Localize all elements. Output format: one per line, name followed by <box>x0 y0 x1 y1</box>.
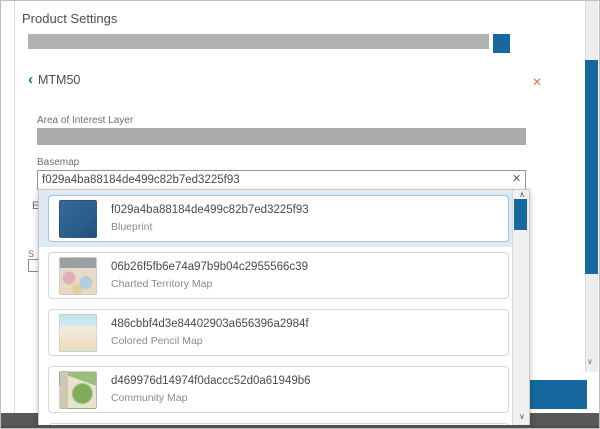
basemap-name: Blueprint <box>111 220 309 235</box>
chevron-left-icon: ‹ <box>28 73 33 87</box>
basemap-option-list: f029a4ba88184de499c82b7ed3225f93 Bluepri… <box>39 190 512 429</box>
blueprint-thumbnail <box>59 200 97 238</box>
header-action-button[interactable] <box>493 34 510 53</box>
redacted-header-bar <box>28 34 489 49</box>
panel-divider <box>14 1 15 413</box>
basemap-id: d469976d14974f0daccc52d0a61949b6 <box>111 374 311 389</box>
scroll-down-icon[interactable]: ∨ <box>519 412 525 421</box>
back-nav-mtm50[interactable]: ‹ MTM50 <box>28 72 80 88</box>
aoi-layer-label: Area of Interest Layer <box>37 115 133 126</box>
basemap-option-card[interactable]: 06b26f5fb6e74a97b9b04c2955566c39 Charted… <box>48 252 509 299</box>
community-thumbnail <box>59 371 97 409</box>
product-settings-dialog: Product Settings ‹ MTM50 ✕ Area of Inter… <box>0 0 600 429</box>
page-background-strip <box>1 425 600 429</box>
basemap-option-card[interactable]: 486cbbf4d3e84402903a656396a2984f Colored… <box>48 309 509 356</box>
basemap-option-text: 06b26f5fb6e74a97b9b04c2955566c39 Charted… <box>111 260 308 292</box>
aoi-layer-input-redacted[interactable] <box>37 128 526 145</box>
primary-action-button[interactable] <box>526 380 587 409</box>
basemap-option-card[interactable]: d469976d14974f0daccc52d0a61949b6 Communi… <box>48 366 509 413</box>
basemap-id: 486cbbf4d3e84402903a656396a2984f <box>111 317 309 332</box>
basemap-name: Community Map <box>111 391 311 406</box>
basemap-option-text: d469976d14974f0daccc52d0a61949b6 Communi… <box>111 374 311 406</box>
basemap-dropdown: f029a4ba88184de499c82b7ed3225f93 Bluepri… <box>38 189 530 429</box>
scroll-down-icon[interactable]: ∨ <box>587 357 593 366</box>
basemap-option-text: f029a4ba88184de499c82b7ed3225f93 Bluepri… <box>111 203 309 235</box>
basemap-option[interactable]: 06b26f5fb6e74a97b9b04c2955566c39 Charted… <box>39 247 512 304</box>
close-icon[interactable]: ✕ <box>532 76 542 88</box>
dialog-scrollbar-thumb[interactable] <box>585 60 598 274</box>
charted-territory-thumbnail <box>59 257 97 295</box>
back-nav-label: MTM50 <box>38 73 80 87</box>
page-title: Product Settings <box>22 11 117 26</box>
basemap-name: Charted Territory Map <box>111 277 308 292</box>
basemap-id: 06b26f5fb6e74a97b9b04c2955566c39 <box>111 260 308 275</box>
basemap-input[interactable] <box>37 170 526 190</box>
basemap-id: f029a4ba88184de499c82b7ed3225f93 <box>111 203 309 218</box>
basemap-option-card[interactable]: f029a4ba88184de499c82b7ed3225f93 Bluepri… <box>48 195 509 242</box>
obscured-field-label: S <box>28 249 34 259</box>
basemap-option-text: 486cbbf4d3e84402903a656396a2984f Colored… <box>111 317 309 349</box>
basemap-label: Basemap <box>37 157 79 168</box>
colored-pencil-thumbnail <box>59 314 97 352</box>
clear-input-icon[interactable]: ✕ <box>512 173 521 185</box>
basemap-option[interactable]: 486cbbf4d3e84402903a656396a2984f Colored… <box>39 304 512 361</box>
basemap-option[interactable]: f029a4ba88184de499c82b7ed3225f93 Bluepri… <box>39 190 512 247</box>
basemap-name: Colored Pencil Map <box>111 334 309 349</box>
dropdown-scrollbar-thumb[interactable] <box>514 199 527 230</box>
scroll-up-icon[interactable]: ∧ <box>519 190 525 199</box>
basemap-option[interactable]: d469976d14974f0daccc52d0a61949b6 Communi… <box>39 361 512 418</box>
